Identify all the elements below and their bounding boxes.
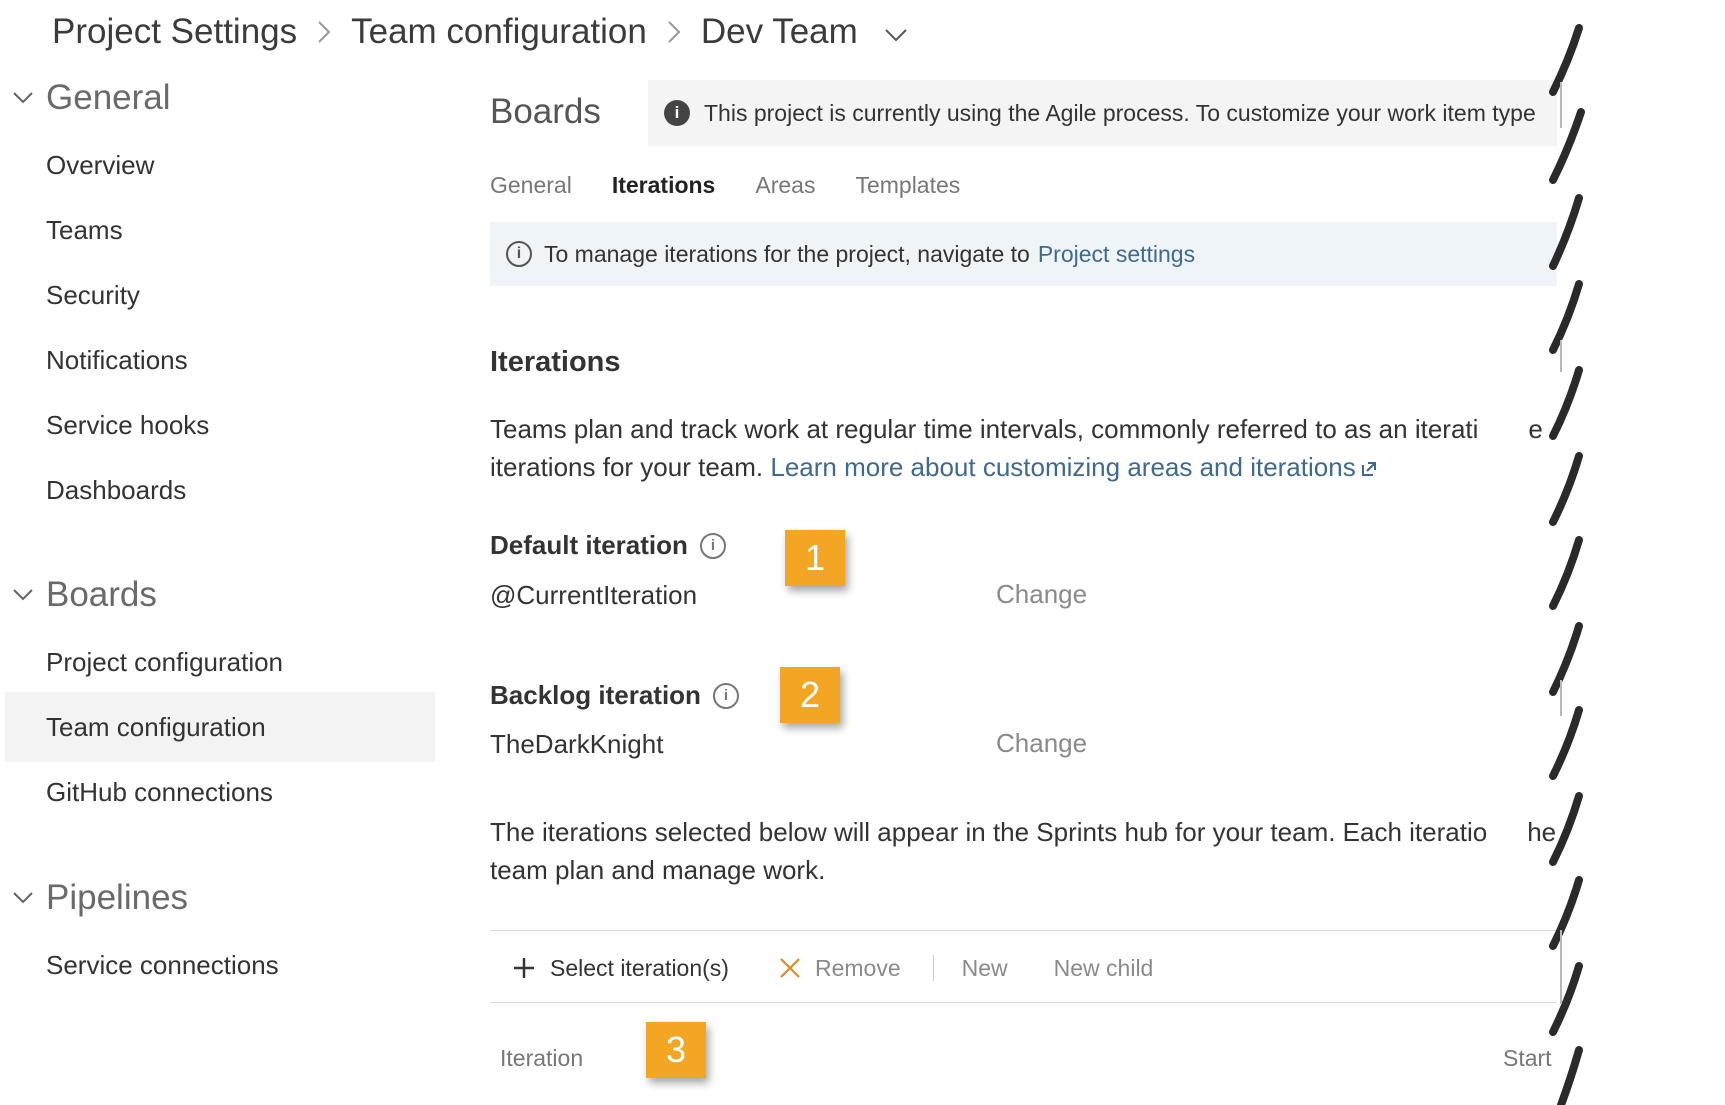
iterations-toolbar: Select iteration(s) Remove New New child xyxy=(512,948,1153,988)
callout-badge: 3 xyxy=(646,1022,706,1078)
tab-templates[interactable]: Templates xyxy=(855,172,960,199)
sidebar-group-label: Boards xyxy=(46,575,157,614)
sidebar-item-label: Security xyxy=(46,279,140,310)
sidebar-item-team-configuration[interactable]: Team configuration xyxy=(5,692,435,762)
project-settings-link[interactable]: Project settings xyxy=(1038,241,1195,268)
tab-areas[interactable]: Areas xyxy=(755,172,815,199)
new-button[interactable]: New xyxy=(962,955,1008,982)
sidebar-group-general[interactable]: General xyxy=(0,78,171,118)
breadcrumb: Project Settings Team configuration Dev … xyxy=(52,6,908,58)
tab-bar: General Iterations Areas Templates xyxy=(490,172,1000,199)
team-picker-label: Dev Team xyxy=(700,12,858,51)
sidebar-item-label: Dashboards xyxy=(46,474,187,505)
info-icon: i xyxy=(664,100,690,126)
plus-icon xyxy=(512,956,536,980)
remove-button[interactable]: Remove xyxy=(779,955,901,982)
close-icon[interactable] xyxy=(1699,240,1725,272)
chevron-down-icon xyxy=(0,891,46,905)
sidebar-item-security[interactable]: Security xyxy=(5,260,435,330)
sidebar-item-teams[interactable]: Teams xyxy=(5,195,435,265)
external-link-icon xyxy=(1360,450,1378,488)
chevron-down-icon xyxy=(0,91,46,105)
backlog-iteration-change-button[interactable]: Change xyxy=(996,728,1087,759)
sidebar-item-label: Project configuration xyxy=(46,646,284,677)
sidebar-item-label: Service connections xyxy=(46,949,279,980)
breadcrumb-team-configuration[interactable]: Team configuration xyxy=(351,12,647,52)
sidebar-item-overview[interactable]: Overview xyxy=(5,130,435,200)
intro-line-1: Teams plan and track work at regular tim… xyxy=(490,414,1479,444)
sidebar-item-label: Service hooks xyxy=(46,409,210,440)
new-child-button[interactable]: New child xyxy=(1054,955,1154,982)
info-icon[interactable]: i xyxy=(699,532,726,559)
default-iteration-label-text: Default iteration xyxy=(490,530,688,560)
sidebar-group-pipelines[interactable]: Pipelines xyxy=(0,878,188,918)
breadcrumb-project-settings[interactable]: Project Settings xyxy=(52,12,297,52)
message-bar: i To manage iterations for the project, … xyxy=(490,222,1725,286)
torn-edge-decoration xyxy=(1549,0,1725,1105)
remove-x-icon xyxy=(779,957,801,979)
sidebar-group-label: General xyxy=(46,78,171,117)
backlog-iteration-value: TheDarkKnight xyxy=(490,729,664,759)
team-picker[interactable]: Dev Team xyxy=(701,12,908,52)
process-info-banner: i This project is currently using the Ag… xyxy=(648,80,1608,146)
remove-label: Remove xyxy=(814,954,901,981)
sidebar-item-service-connections[interactable]: Service connections xyxy=(5,930,435,1000)
default-iteration-change-button[interactable]: Change xyxy=(996,579,1087,610)
page-title: Boards xyxy=(490,92,601,131)
info-icon[interactable]: i xyxy=(712,682,739,709)
backlog-iteration-label: Backlog iteration i xyxy=(490,680,739,711)
sprints-note-line-1: The iterations selected below will appea… xyxy=(490,817,1488,847)
iterations-intro: Teams plan and track work at regular tim… xyxy=(490,410,1680,488)
intro-line-1-tail: e xyxy=(1528,414,1543,444)
divider xyxy=(490,930,1725,931)
message-text: To manage iterations for the project, na… xyxy=(544,240,1030,267)
learn-more-link[interactable]: Learn more about customizing areas and i… xyxy=(770,452,1355,482)
sprints-note-line-2: team plan and manage work. xyxy=(490,855,826,885)
sidebar-item-service-hooks[interactable]: Service hooks xyxy=(5,390,435,460)
toolbar-divider xyxy=(932,955,934,981)
section-title: Iterations xyxy=(490,346,621,378)
chevron-down-icon xyxy=(884,27,908,43)
column-header-start-date[interactable]: Start D xyxy=(1503,1045,1575,1072)
chevron-right-icon xyxy=(317,20,331,44)
sidebar-item-label: GitHub connections xyxy=(46,776,273,807)
sidebar-item-github-connections[interactable]: GitHub connections xyxy=(5,757,435,827)
sidebar-group-boards[interactable]: Boards xyxy=(0,575,157,615)
column-header-iteration[interactable]: Iteration xyxy=(500,1045,583,1072)
backlog-iteration-label-text: Backlog iteration xyxy=(490,680,701,710)
intro-line-2: iterations for your team. xyxy=(490,452,764,482)
sidebar-item-label: Team configuration xyxy=(46,711,266,742)
sprints-note: The iterations selected below will appea… xyxy=(490,813,1680,889)
sprints-note-line-1-tail: help your xyxy=(1527,817,1635,847)
tab-iterations[interactable]: Iterations xyxy=(612,172,716,199)
chevron-right-icon xyxy=(667,20,681,44)
chevron-down-icon xyxy=(0,588,46,602)
select-iterations-button[interactable]: Select iteration(s) xyxy=(512,955,729,982)
sidebar-item-project-configuration[interactable]: Project configuration xyxy=(5,627,435,697)
sidebar-item-dashboards[interactable]: Dashboards xyxy=(5,455,435,525)
sidebar-item-label: Overview xyxy=(46,149,155,180)
tab-general[interactable]: General xyxy=(490,172,572,199)
callout-badge: 1 xyxy=(785,530,845,586)
sidebar-item-label: Teams xyxy=(46,214,123,245)
banner-text: This project is currently using the Agil… xyxy=(704,99,1536,126)
sidebar-item-label: Notifications xyxy=(46,344,188,375)
sidebar-item-notifications[interactable]: Notifications xyxy=(5,325,435,395)
sidebar-group-label: Pipelines xyxy=(46,878,189,917)
default-iteration-value: @CurrentIteration xyxy=(490,580,698,610)
select-iterations-label: Select iteration(s) xyxy=(550,954,729,981)
info-icon: i xyxy=(506,241,532,267)
default-iteration-label: Default iteration i xyxy=(490,530,726,561)
callout-badge: 2 xyxy=(780,667,840,723)
divider xyxy=(490,1002,1725,1003)
